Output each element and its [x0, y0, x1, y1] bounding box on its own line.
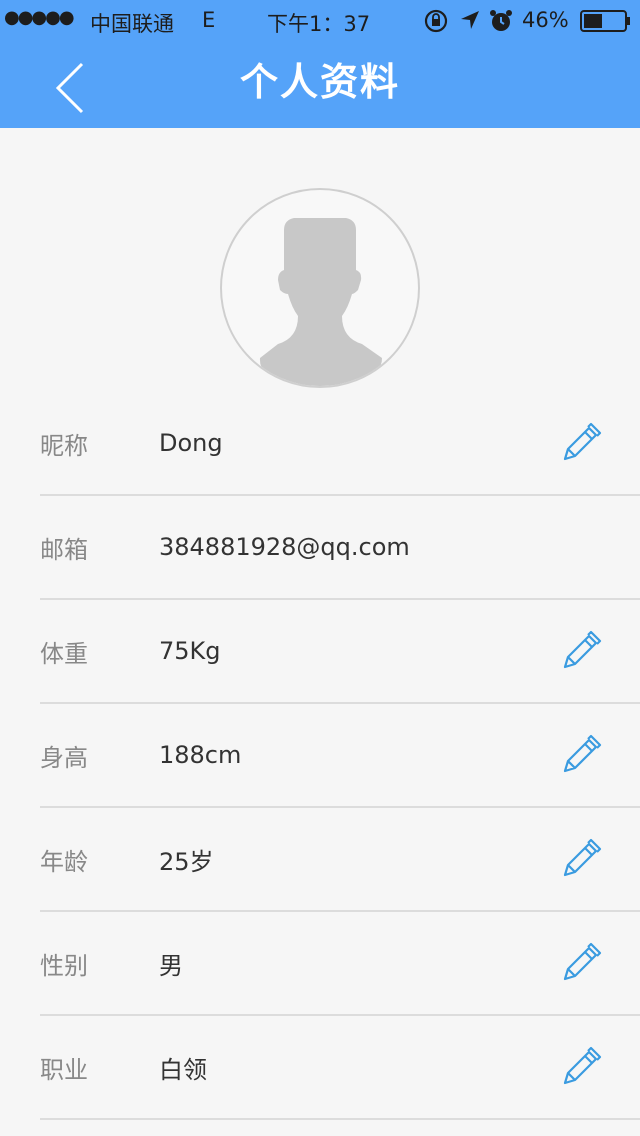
battery-icon	[580, 10, 632, 37]
field-label: 性别	[40, 951, 88, 980]
field-value: 384881928@qq.com	[159, 533, 410, 561]
field-label: 职业	[40, 1055, 88, 1084]
field-value: 188cm	[159, 741, 242, 769]
edit-pencil-icon[interactable]	[558, 630, 602, 674]
field-value: 男	[159, 951, 183, 980]
field-label: 年龄	[40, 847, 88, 876]
network-type: E	[202, 8, 216, 32]
avatar[interactable]	[220, 188, 420, 388]
header-bar: ●●●●● 中国联通 E 下午1：37 46% 个人资料	[0, 0, 640, 128]
alarm-clock-icon	[489, 8, 513, 39]
field-value: Dong	[159, 429, 223, 457]
field-value: 75Kg	[159, 637, 221, 665]
edit-pencil-icon[interactable]	[558, 734, 602, 778]
field-label: 邮箱	[40, 535, 88, 564]
field-row-height[interactable]: 身高 188cm	[40, 704, 640, 808]
field-row-nickname[interactable]: 昵称 Dong	[40, 392, 640, 496]
page-title: 个人资料	[239, 60, 400, 104]
field-label: 身高	[40, 743, 88, 772]
field-value: 白领	[159, 1055, 207, 1084]
user-silhouette-icon	[259, 218, 382, 386]
location-arrow-icon	[458, 8, 482, 37]
edit-pencil-icon[interactable]	[558, 942, 602, 986]
edit-pencil-icon[interactable]	[558, 422, 602, 466]
field-row-weight[interactable]: 体重 75Kg	[40, 600, 640, 704]
edit-pencil-icon[interactable]	[558, 838, 602, 882]
field-label: 体重	[40, 639, 88, 668]
field-row-occupation[interactable]: 职业 白领	[40, 1016, 640, 1120]
field-row-gender[interactable]: 性别 男	[40, 912, 640, 1016]
field-value: 25岁	[159, 847, 214, 876]
rotation-lock-icon	[423, 8, 449, 39]
edit-pencil-icon[interactable]	[558, 1046, 602, 1090]
carrier-name: 中国联通	[90, 12, 174, 36]
status-time: 下午1：37	[267, 12, 371, 36]
status-bar: ●●●●● 中国联通 E 下午1：37 46%	[0, 0, 640, 40]
signal-strength: ●●●●●	[4, 7, 75, 28]
field-row-age[interactable]: 年龄 25岁	[40, 808, 640, 912]
field-row-email[interactable]: 邮箱 384881928@qq.com	[40, 496, 640, 600]
battery-percent: 46%	[522, 8, 569, 32]
field-label: 昵称	[40, 431, 88, 460]
